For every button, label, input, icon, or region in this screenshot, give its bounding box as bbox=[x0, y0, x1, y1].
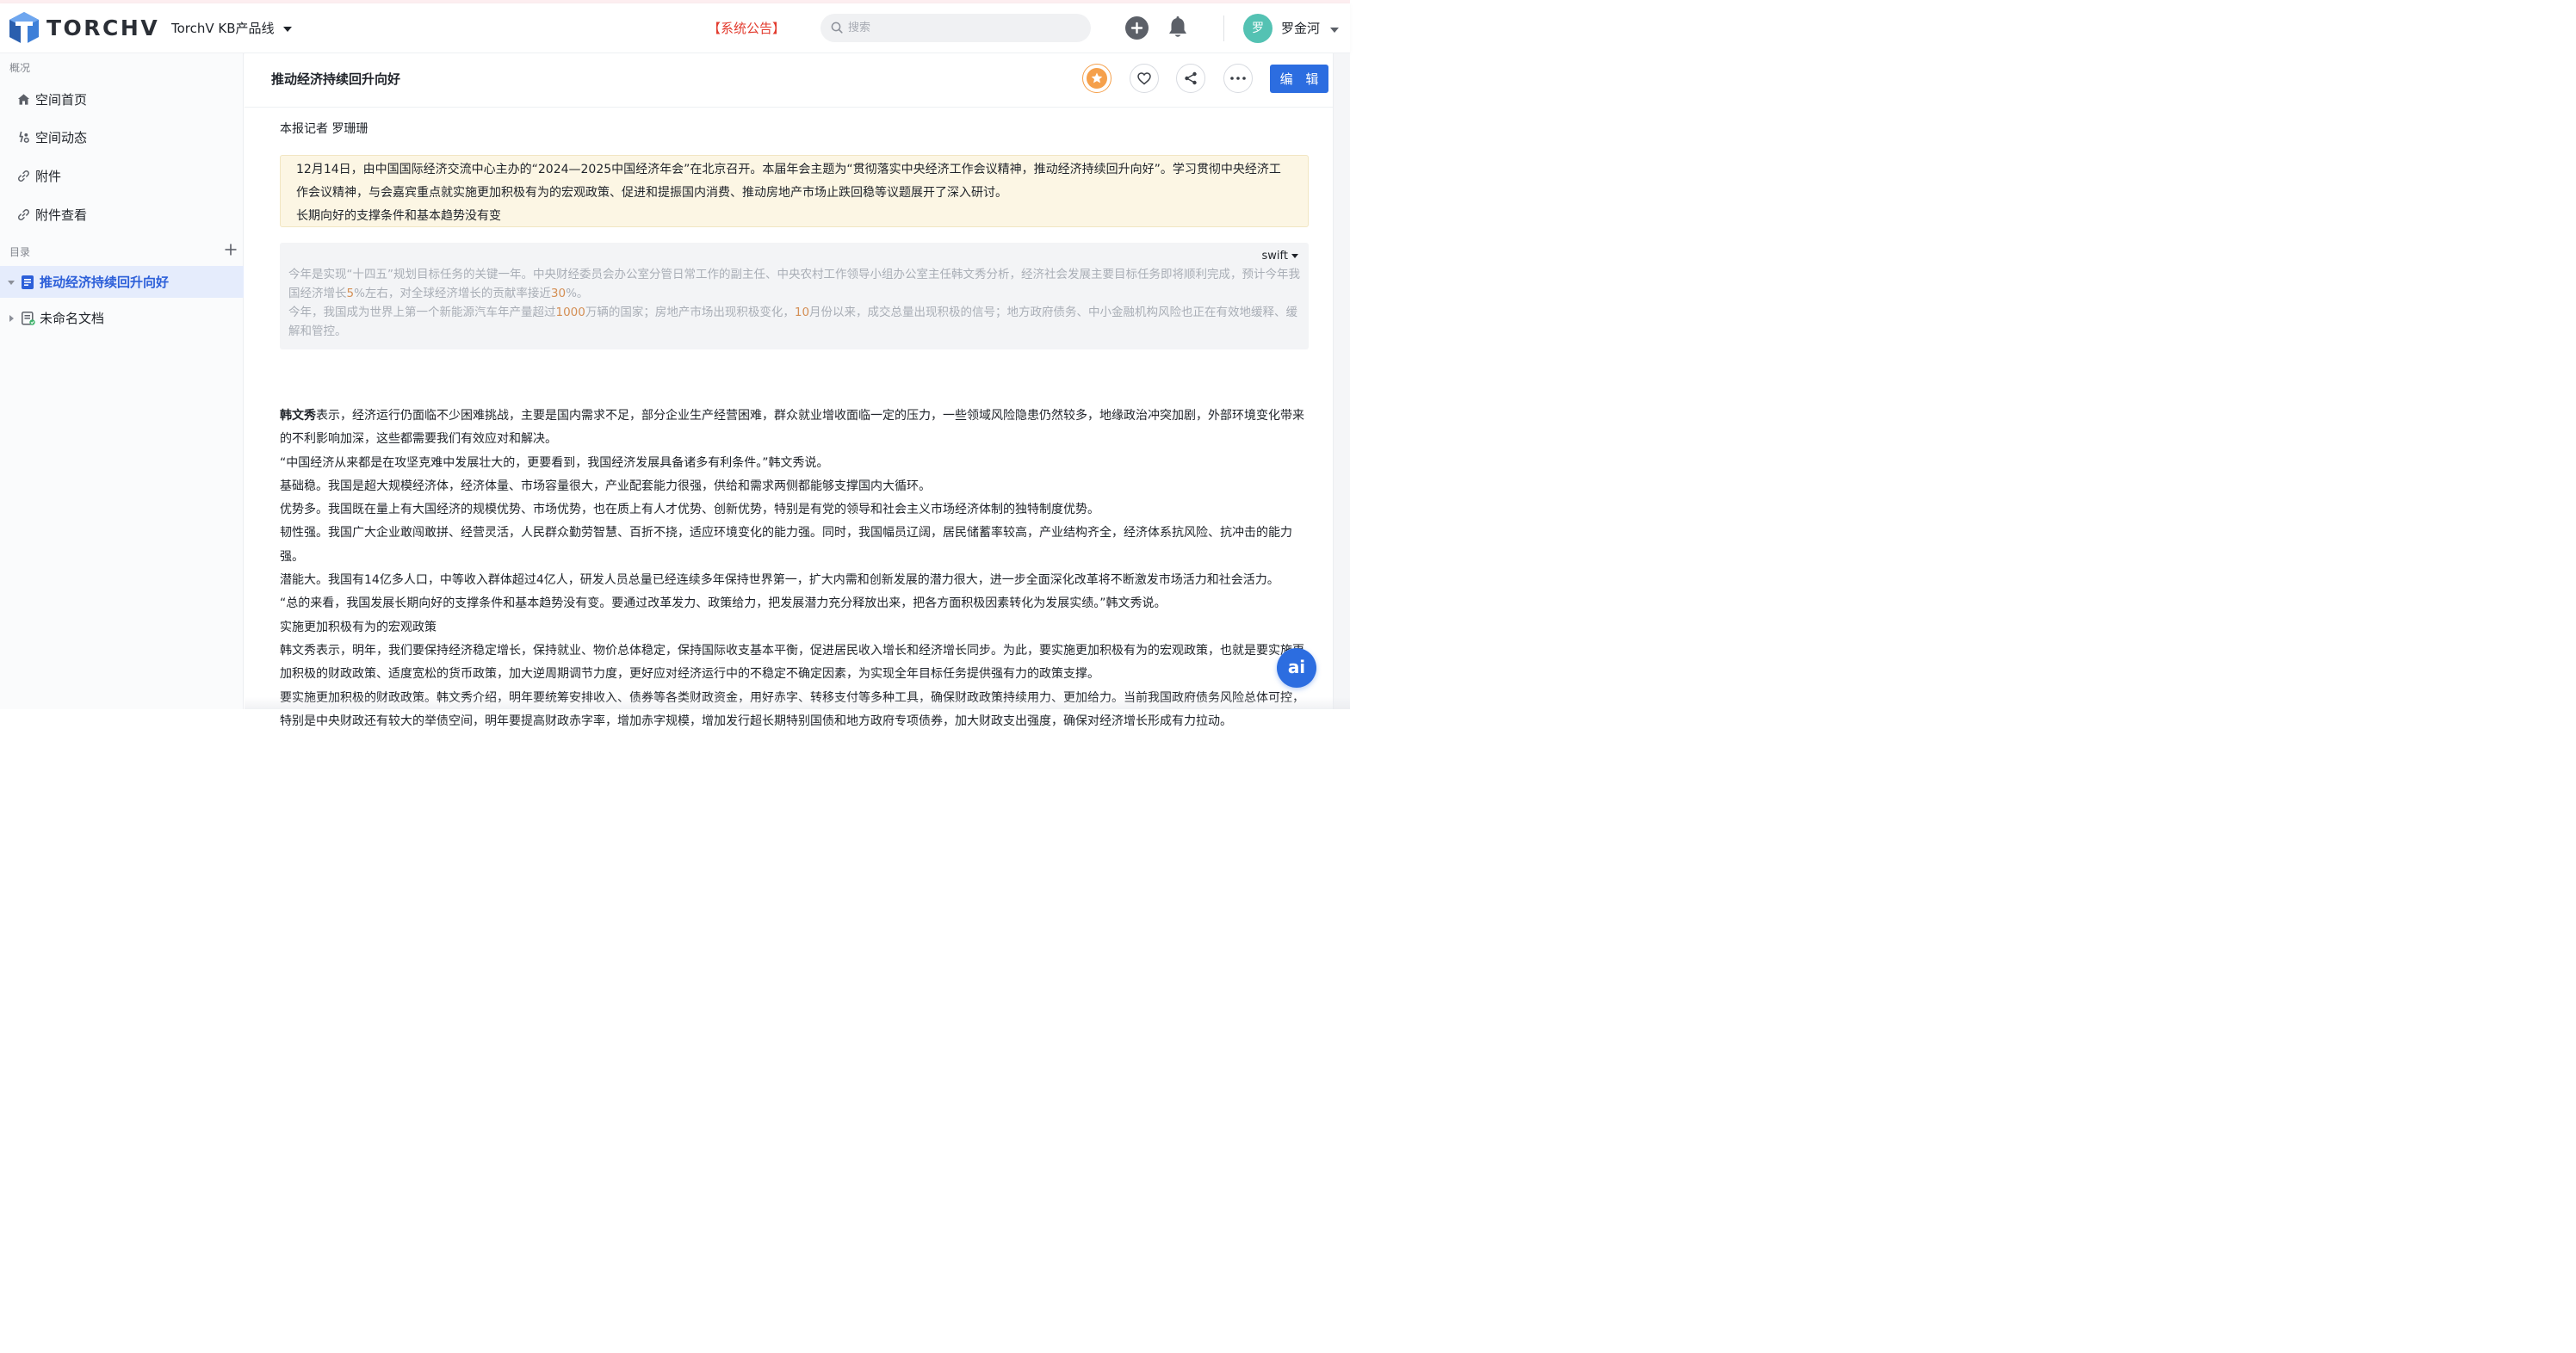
overview-section-label: 概况 bbox=[9, 62, 31, 74]
sidebar-item-label: 空间动态 bbox=[35, 129, 88, 145]
search-icon bbox=[831, 22, 843, 34]
favorite-button[interactable] bbox=[1082, 64, 1112, 93]
document-icon bbox=[22, 275, 34, 289]
link-icon bbox=[18, 170, 29, 182]
code-line: 今年是实现“十四五”规划目标任务的关键一年。中央财经委员会办公室分管日常工作的副… bbox=[288, 268, 1300, 300]
share-icon bbox=[1185, 71, 1197, 85]
right-side-panel-strip bbox=[1333, 53, 1350, 709]
toc-section-label: 目录 bbox=[9, 246, 31, 258]
more-horizontal-icon bbox=[1230, 77, 1246, 80]
ai-assistant-button[interactable]: ai bbox=[1277, 648, 1316, 688]
document-title: 推动经济持续回升向好 bbox=[271, 71, 401, 87]
add-document-plus-icon[interactable] bbox=[223, 242, 238, 257]
search-box[interactable] bbox=[820, 14, 1091, 42]
activity-icon bbox=[19, 131, 29, 143]
sidebar: 概况 空间首页 空间动态 附件 附件查看 目录 推动经济持续回升向好 未命名文档 bbox=[0, 53, 244, 709]
header-divider bbox=[1223, 15, 1224, 41]
code-language-selector[interactable]: swift bbox=[1262, 250, 1298, 263]
expand-arrow-down-icon[interactable] bbox=[8, 279, 15, 286]
sidebar-item-label: 附件 bbox=[35, 168, 62, 184]
document-edit-icon bbox=[22, 311, 35, 325]
create-button[interactable] bbox=[1125, 16, 1149, 40]
title-divider bbox=[245, 107, 1350, 108]
search-input[interactable] bbox=[848, 18, 1072, 37]
body-paragraph: “总的来看，我国发展长期向好的支撑条件和基本趋势没有变。要通过改革发力、政策给力… bbox=[280, 596, 1167, 611]
toc-item-untitled-document[interactable]: 未命名文档 bbox=[0, 302, 244, 334]
sidebar-item-label: 空间首页 bbox=[35, 91, 88, 108]
sidebar-item-attachments[interactable]: 附件 bbox=[17, 163, 232, 188]
body-paragraph: 基础稳。我国是超大规模经济体，经济体量、市场容量很大，产业配套能力很强，供给和需… bbox=[280, 479, 931, 493]
bottom-scroll-shadow bbox=[245, 697, 1350, 709]
plus-icon bbox=[1130, 22, 1143, 34]
sidebar-item-space-home[interactable]: 空间首页 bbox=[17, 86, 232, 112]
edit-button[interactable]: 编 辑 bbox=[1270, 65, 1328, 93]
chevron-down-icon bbox=[282, 26, 292, 32]
bold-text: 韩文秀 bbox=[280, 409, 316, 423]
sidebar-item-label: 附件查看 bbox=[35, 207, 88, 223]
like-button[interactable] bbox=[1130, 64, 1159, 93]
body-paragraph: 要实施更加积极的财政政策。韩文秀介绍，明年要统筹安排收入、债券等各类财政资金，用… bbox=[280, 691, 1304, 728]
body-paragraph: 韩文秀表示，明年，我们要保持经济稳定增长，保持就业、物价总体稳定，保持国际收支基… bbox=[280, 643, 1304, 682]
code-block[interactable]: swift 今年是实现“十四五”规划目标任务的关键一年。中央财经委员会办公室分管… bbox=[280, 243, 1309, 349]
user-avatar[interactable]: 罗 bbox=[1243, 14, 1273, 43]
body-paragraph: “中国经济从来都是在攻坚克难中发展壮大的，更要看到，我国经济发展具备诸多有利条件… bbox=[280, 455, 829, 470]
code-language-label: swift bbox=[1261, 250, 1288, 263]
body-paragraph: 韧性强。我国广大企业敢闯敢拼、经营灵活，人民群众勤劳智慧、百折不挠，适应环境变化… bbox=[280, 526, 1292, 564]
app-header: TORCHV TorchV KB产品线 【系统公告】 罗 罗金河 bbox=[0, 3, 1350, 53]
product-line-label: TorchV KB产品线 bbox=[171, 21, 275, 36]
body-paragraph: 韩文秀表示，经济运行仍面临不少困难挑战，主要是国内需求不足，部分企业生产经营困难… bbox=[280, 409, 1304, 447]
highlight-callout-block[interactable]: 12月14日，由中国国际经济交流中心主办的“2024—2025中国经济年会”在北… bbox=[280, 155, 1309, 227]
toc-item-label: 推动经济持续回升向好 bbox=[40, 275, 170, 290]
document-body[interactable]: 韩文秀表示，经济运行仍面临不少困难挑战，主要是国内需求不足，部分企业生产经营困难… bbox=[280, 405, 1309, 733]
more-options-button[interactable] bbox=[1223, 64, 1253, 93]
brand-name: TORCHV bbox=[46, 15, 160, 40]
sidebar-item-attachment-viewer[interactable]: 附件查看 bbox=[17, 201, 232, 227]
document-main: 推动经济持续回升向好 编 辑 本报记者 罗珊珊 12月14日，由中国国际经济交流… bbox=[245, 53, 1350, 728]
user-menu-chevron-icon[interactable] bbox=[1330, 28, 1339, 33]
notification-bell-icon[interactable] bbox=[1167, 15, 1189, 40]
heart-icon bbox=[1137, 71, 1151, 84]
toc-item-label: 未命名文档 bbox=[40, 311, 105, 326]
star-icon bbox=[1087, 68, 1107, 89]
link-icon bbox=[18, 208, 29, 220]
home-icon bbox=[17, 93, 30, 105]
callout-paragraph: 12月14日，由中国国际经济交流中心主办的“2024—2025中国经济年会”在北… bbox=[296, 163, 1281, 200]
product-line-selector[interactable]: TorchV KB产品线 bbox=[171, 19, 292, 37]
toc-item-active-document[interactable]: 推动经济持续回升向好 bbox=[0, 266, 244, 298]
body-paragraph: 优势多。我国既在量上有大国经济的规模优势、市场优势，也在质上有人才优势、创新优势… bbox=[280, 503, 1099, 517]
chevron-down-icon bbox=[1291, 254, 1298, 258]
section-heading: 实施更加积极有为的宏观政策 bbox=[280, 620, 437, 634]
user-name[interactable]: 罗金河 bbox=[1281, 19, 1320, 37]
callout-paragraph: 长期向好的支撑条件和基本趋势没有变 bbox=[296, 209, 501, 223]
code-content[interactable]: 今年是实现“十四五”规划目标任务的关键一年。中央财经委员会办公室分管日常工作的副… bbox=[288, 265, 1300, 341]
reporter-byline: 本报记者 罗珊珊 bbox=[280, 122, 368, 136]
sidebar-item-space-activity[interactable]: 空间动态 bbox=[17, 124, 232, 150]
torchv-logo-icon[interactable] bbox=[9, 11, 40, 46]
system-announcement-link[interactable]: 【系统公告】 bbox=[708, 19, 785, 37]
body-paragraph: 潜能大。我国有14亿多人口，中等收入群体超过4亿人，研发人员总量已经连续多年保持… bbox=[280, 573, 1279, 588]
expand-arrow-right-icon[interactable] bbox=[8, 314, 15, 322]
code-line: 今年，我国成为世界上第一个新能源汽车年产量超过1000万辆的国家；房地产市场出现… bbox=[288, 306, 1298, 338]
share-button[interactable] bbox=[1176, 64, 1205, 93]
